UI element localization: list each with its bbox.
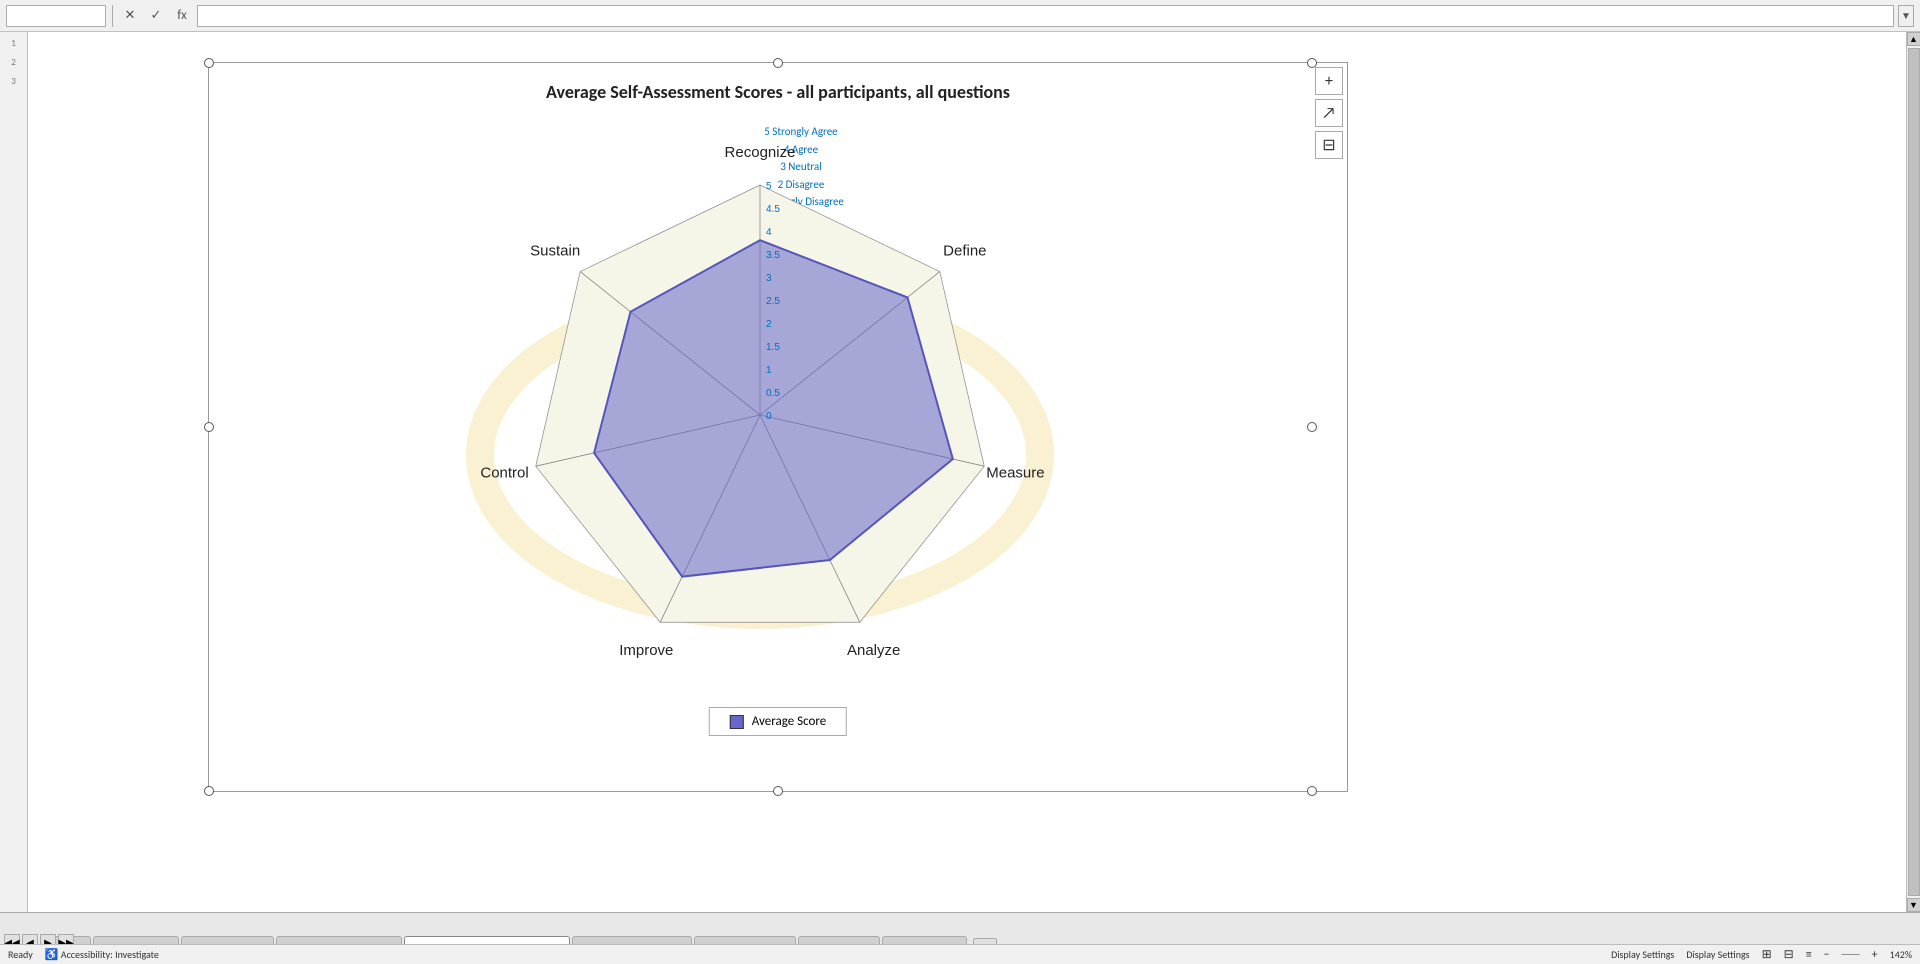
zoom-level[interactable]: 142% (1890, 948, 1912, 961)
zoom-slider[interactable]: ──── (1842, 949, 1860, 960)
legend-label: Average Score (752, 714, 826, 729)
svg-text:3.5: 3.5 (766, 250, 780, 261)
svg-text:Analyze: Analyze (847, 642, 900, 659)
chart-title: Average Self-Assessment Scores - all par… (209, 81, 1347, 103)
handle-top-left[interactable] (204, 58, 214, 68)
cancel-icon[interactable]: ✕ (119, 5, 141, 27)
scroll-up-button[interactable]: ▲ (1907, 32, 1920, 46)
svg-text:0: 0 (766, 411, 772, 422)
sheet-content: Average Self-Assessment Scores - all par… (28, 32, 1920, 912)
zoom-in-button[interactable]: + (1872, 948, 1878, 962)
svg-text:Improve: Improve (619, 642, 673, 659)
formula-expand-icon[interactable]: ▼ (1898, 5, 1914, 27)
svg-text:Define: Define (943, 242, 986, 259)
svg-text:Measure: Measure (986, 464, 1044, 481)
scroll-down-button[interactable]: ▼ (1907, 898, 1920, 912)
ready-label: Ready (8, 948, 33, 961)
svg-text:4.5: 4.5 (766, 204, 780, 215)
svg-text:Sustain: Sustain (530, 242, 580, 259)
row-panel: 1 2 3 (0, 32, 28, 912)
status-bar: Ready ♿ Accessibility: Investigate Displ… (0, 944, 1920, 964)
chart-controls: + ↗ ⊟ (1311, 63, 1347, 163)
accessibility-label: ♿ Accessibility: Investigate (45, 948, 159, 961)
svg-text:0.5: 0.5 (766, 388, 780, 399)
scroll-thumb[interactable] (1908, 48, 1920, 896)
confirm-icon[interactable]: ✓ (145, 5, 167, 27)
chart-container: Average Self-Assessment Scores - all par… (208, 62, 1348, 792)
add-chart-element-button[interactable]: + (1315, 67, 1343, 95)
vertical-scrollbar: ▲ ▼ (1906, 32, 1920, 912)
radar-chart-wrapper: Recognize Define Measure Analyze Improve Cont… (209, 118, 1311, 691)
display-settings-label: Display Settings (1611, 948, 1674, 961)
svg-text:2: 2 (766, 319, 772, 330)
status-right: Display Settings Display Settings ⊞ ⊟ ≡ … (1611, 947, 1912, 962)
display-settings-text: Display Settings (1686, 948, 1749, 961)
legend-swatch (730, 715, 744, 729)
main-area: 1 2 3 Average Self-Assessment Scores (0, 32, 1920, 912)
handle-bottom-right[interactable] (1307, 786, 1317, 796)
chart-style-button[interactable]: ↗ (1315, 99, 1343, 127)
svg-text:5: 5 (766, 181, 772, 192)
svg-text:4: 4 (766, 227, 772, 238)
handle-top[interactable] (773, 58, 783, 68)
row-num: 1 (11, 38, 16, 49)
svg-text:3: 3 (766, 273, 772, 284)
name-box[interactable] (6, 5, 106, 27)
svg-text:Recognize: Recognize (725, 143, 796, 160)
view-layout-icon[interactable]: ⊟ (1784, 947, 1794, 962)
svg-text:2.5: 2.5 (766, 296, 780, 307)
row-num: 2 (11, 57, 16, 68)
svg-text:1.5: 1.5 (766, 342, 780, 353)
formula-bar-separator (112, 5, 113, 27)
zoom-out-button[interactable]: − (1824, 948, 1830, 962)
fx-icon: fx (171, 5, 193, 27)
chart-filter-button[interactable]: ⊟ (1315, 131, 1343, 159)
radar-svg: Recognize Define Measure Analyze Improve Cont… (380, 125, 1140, 685)
row-num: 3 (11, 76, 16, 87)
formula-input[interactable] (197, 5, 1894, 27)
handle-bottom-left[interactable] (204, 786, 214, 796)
handle-bottom[interactable] (773, 786, 783, 796)
svg-text:Control: Control (480, 464, 528, 481)
svg-text:1: 1 (766, 365, 772, 376)
formula-bar: ✕ ✓ fx ▼ (0, 0, 1920, 32)
view-page-break-icon[interactable]: ≡ (1806, 948, 1812, 962)
chart-legend: Average Score (709, 707, 847, 736)
view-normal-icon[interactable]: ⊞ (1762, 947, 1772, 962)
